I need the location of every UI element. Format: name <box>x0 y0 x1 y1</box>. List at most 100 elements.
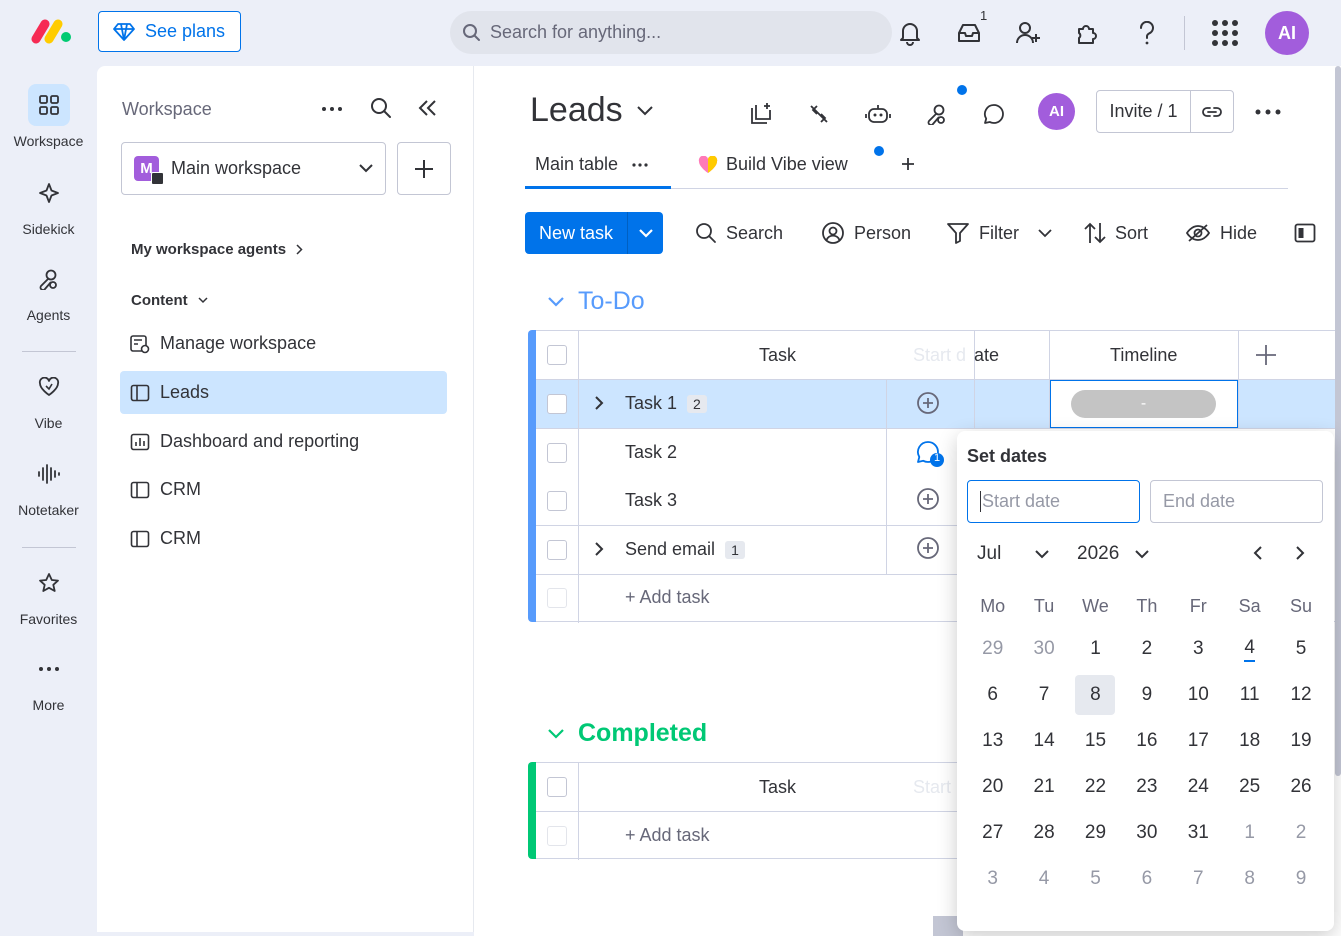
calendar-day[interactable]: 21 <box>1018 764 1069 810</box>
row-checkbox[interactable] <box>547 540 567 560</box>
add-widget-icon[interactable] <box>746 99 776 129</box>
calendar-day[interactable]: 20 <box>967 764 1018 810</box>
sidebar-item-crm-2[interactable]: CRM <box>120 517 447 560</box>
calendar-day[interactable]: 17 <box>1173 718 1224 764</box>
calendar-day[interactable]: 2 <box>1275 810 1326 856</box>
automations-robot-icon[interactable] <box>863 99 893 129</box>
workspace-options-icon[interactable] <box>321 106 343 112</box>
tab-build-vibe-view[interactable]: Build Vibe view <box>698 154 848 175</box>
calendar-day[interactable]: 5 <box>1275 626 1326 672</box>
task-name[interactable]: Send email 1 <box>625 539 745 560</box>
rail-item-more[interactable]: More <box>0 648 97 713</box>
board-options-icon[interactable] <box>1255 109 1281 115</box>
rail-item-agents[interactable]: Agents <box>0 258 97 323</box>
calendar-day[interactable]: 30 <box>1018 626 1069 672</box>
workspace-search-icon[interactable] <box>370 97 392 119</box>
calendar-day[interactable]: 18 <box>1224 718 1275 764</box>
add-task-input[interactable]: + Add task <box>625 587 710 608</box>
new-task-dropdown-icon[interactable] <box>627 212 663 254</box>
column-header-task[interactable]: Task <box>759 345 796 366</box>
calendar-day[interactable]: 1 <box>1224 810 1275 856</box>
workspace-selector[interactable]: M Main workspace <box>121 142 386 195</box>
vertical-scrollbar[interactable] <box>1335 66 1341 776</box>
calendar-day[interactable]: 30 <box>1121 810 1172 856</box>
task-name[interactable]: Task 2 <box>625 442 677 463</box>
calendar-day[interactable]: 8 <box>1070 672 1121 718</box>
column-header-timeline[interactable]: Timeline <box>1110 345 1177 366</box>
calendar-day[interactable]: 7 <box>1018 672 1069 718</box>
calendar-day[interactable]: 28 <box>1018 810 1069 856</box>
row-checkbox[interactable] <box>547 394 567 414</box>
calendar-day[interactable]: 9 <box>1121 672 1172 718</box>
calendar-day[interactable]: 10 <box>1173 672 1224 718</box>
calendar-day[interactable]: 4 <box>1018 856 1069 902</box>
previous-month-icon[interactable] <box>1253 545 1263 561</box>
year-select[interactable]: 2026 <box>1077 543 1149 565</box>
add-column-icon[interactable] <box>1255 344 1277 366</box>
see-plans-button[interactable]: See plans <box>98 11 241 52</box>
calendar-day[interactable]: 29 <box>1070 810 1121 856</box>
invite-member-icon[interactable] <box>1013 18 1043 48</box>
next-month-icon[interactable] <box>1295 545 1305 561</box>
calendar-day[interactable]: 19 <box>1275 718 1326 764</box>
calendar-day[interactable]: 7 <box>1173 856 1224 902</box>
sidebar-item-manage-workspace[interactable]: Manage workspace <box>120 322 447 365</box>
board-agents-icon[interactable] <box>922 99 952 129</box>
copy-link-icon[interactable] <box>1190 91 1233 132</box>
content-section-toggle[interactable]: Content <box>131 292 208 309</box>
notifications-bell-icon[interactable] <box>895 18 925 48</box>
expand-subitems-icon[interactable] <box>594 541 604 557</box>
updates-icon[interactable]: 1 <box>915 439 945 469</box>
calendar-day[interactable]: 12 <box>1275 672 1326 718</box>
month-select[interactable]: Jul <box>977 543 1050 565</box>
sidebar-item-leads[interactable]: Leads <box>120 371 447 414</box>
group-completed-toggle[interactable]: Completed <box>548 719 707 748</box>
rail-item-sidekick[interactable]: Sidekick <box>0 172 97 237</box>
calendar-day[interactable]: 22 <box>1070 764 1121 810</box>
calendar-day[interactable]: 25 <box>1224 764 1275 810</box>
calendar-day[interactable]: 11 <box>1224 672 1275 718</box>
board-title-dropdown[interactable]: Leads <box>530 91 653 130</box>
select-all-checkbox[interactable] <box>547 777 567 797</box>
integrations-icon[interactable] <box>804 99 834 129</box>
collapse-sidebar-icon[interactable] <box>418 99 438 117</box>
chevron-down-icon[interactable] <box>1038 228 1052 238</box>
calendar-day[interactable]: 2 <box>1121 626 1172 672</box>
timeline-cell[interactable]: - <box>1050 380 1238 428</box>
hide-button[interactable]: Hide <box>1185 213 1257 253</box>
calendar-day[interactable]: 3 <box>967 856 1018 902</box>
calendar-day[interactable]: 26 <box>1275 764 1326 810</box>
column-header-date[interactable]: ate <box>974 345 999 366</box>
person-filter-button[interactable]: Person <box>821 213 911 253</box>
monday-logo-icon[interactable] <box>30 17 72 45</box>
start-date-input[interactable]: Start date <box>967 480 1140 523</box>
add-task-input[interactable]: + Add task <box>625 825 710 846</box>
board-comments-icon[interactable] <box>979 99 1009 129</box>
help-icon[interactable] <box>1132 18 1162 48</box>
board-member-avatar[interactable]: AI <box>1038 93 1075 130</box>
calendar-day[interactable]: 6 <box>967 672 1018 718</box>
expand-subitems-icon[interactable] <box>594 395 604 411</box>
add-item-button[interactable] <box>397 142 451 195</box>
calendar-day[interactable]: 6 <box>1121 856 1172 902</box>
calendar-day[interactable]: 24 <box>1173 764 1224 810</box>
global-search-input[interactable]: Search for anything... <box>450 11 892 54</box>
group-by-icon[interactable] <box>1294 223 1316 243</box>
task-name[interactable]: Task 3 <box>625 490 677 511</box>
new-task-button[interactable]: New task <box>525 212 663 254</box>
calendar-day[interactable]: 4 <box>1224 626 1275 672</box>
rail-item-favorites[interactable]: Favorites <box>0 562 97 627</box>
calendar-day[interactable]: 23 <box>1121 764 1172 810</box>
my-workspace-agents-link[interactable]: My workspace agents <box>131 241 303 258</box>
calendar-day[interactable]: 15 <box>1070 718 1121 764</box>
apps-grid-icon[interactable] <box>1210 18 1240 48</box>
calendar-day[interactable]: 31 <box>1173 810 1224 856</box>
calendar-day[interactable]: 1 <box>1070 626 1121 672</box>
calendar-day[interactable]: 29 <box>967 626 1018 672</box>
add-view-icon[interactable] <box>901 157 915 171</box>
calendar-day[interactable]: 8 <box>1224 856 1275 902</box>
calendar-day[interactable]: 16 <box>1121 718 1172 764</box>
calendar-day[interactable]: 14 <box>1018 718 1069 764</box>
calendar-day[interactable]: 27 <box>967 810 1018 856</box>
add-update-icon[interactable] <box>915 536 941 562</box>
